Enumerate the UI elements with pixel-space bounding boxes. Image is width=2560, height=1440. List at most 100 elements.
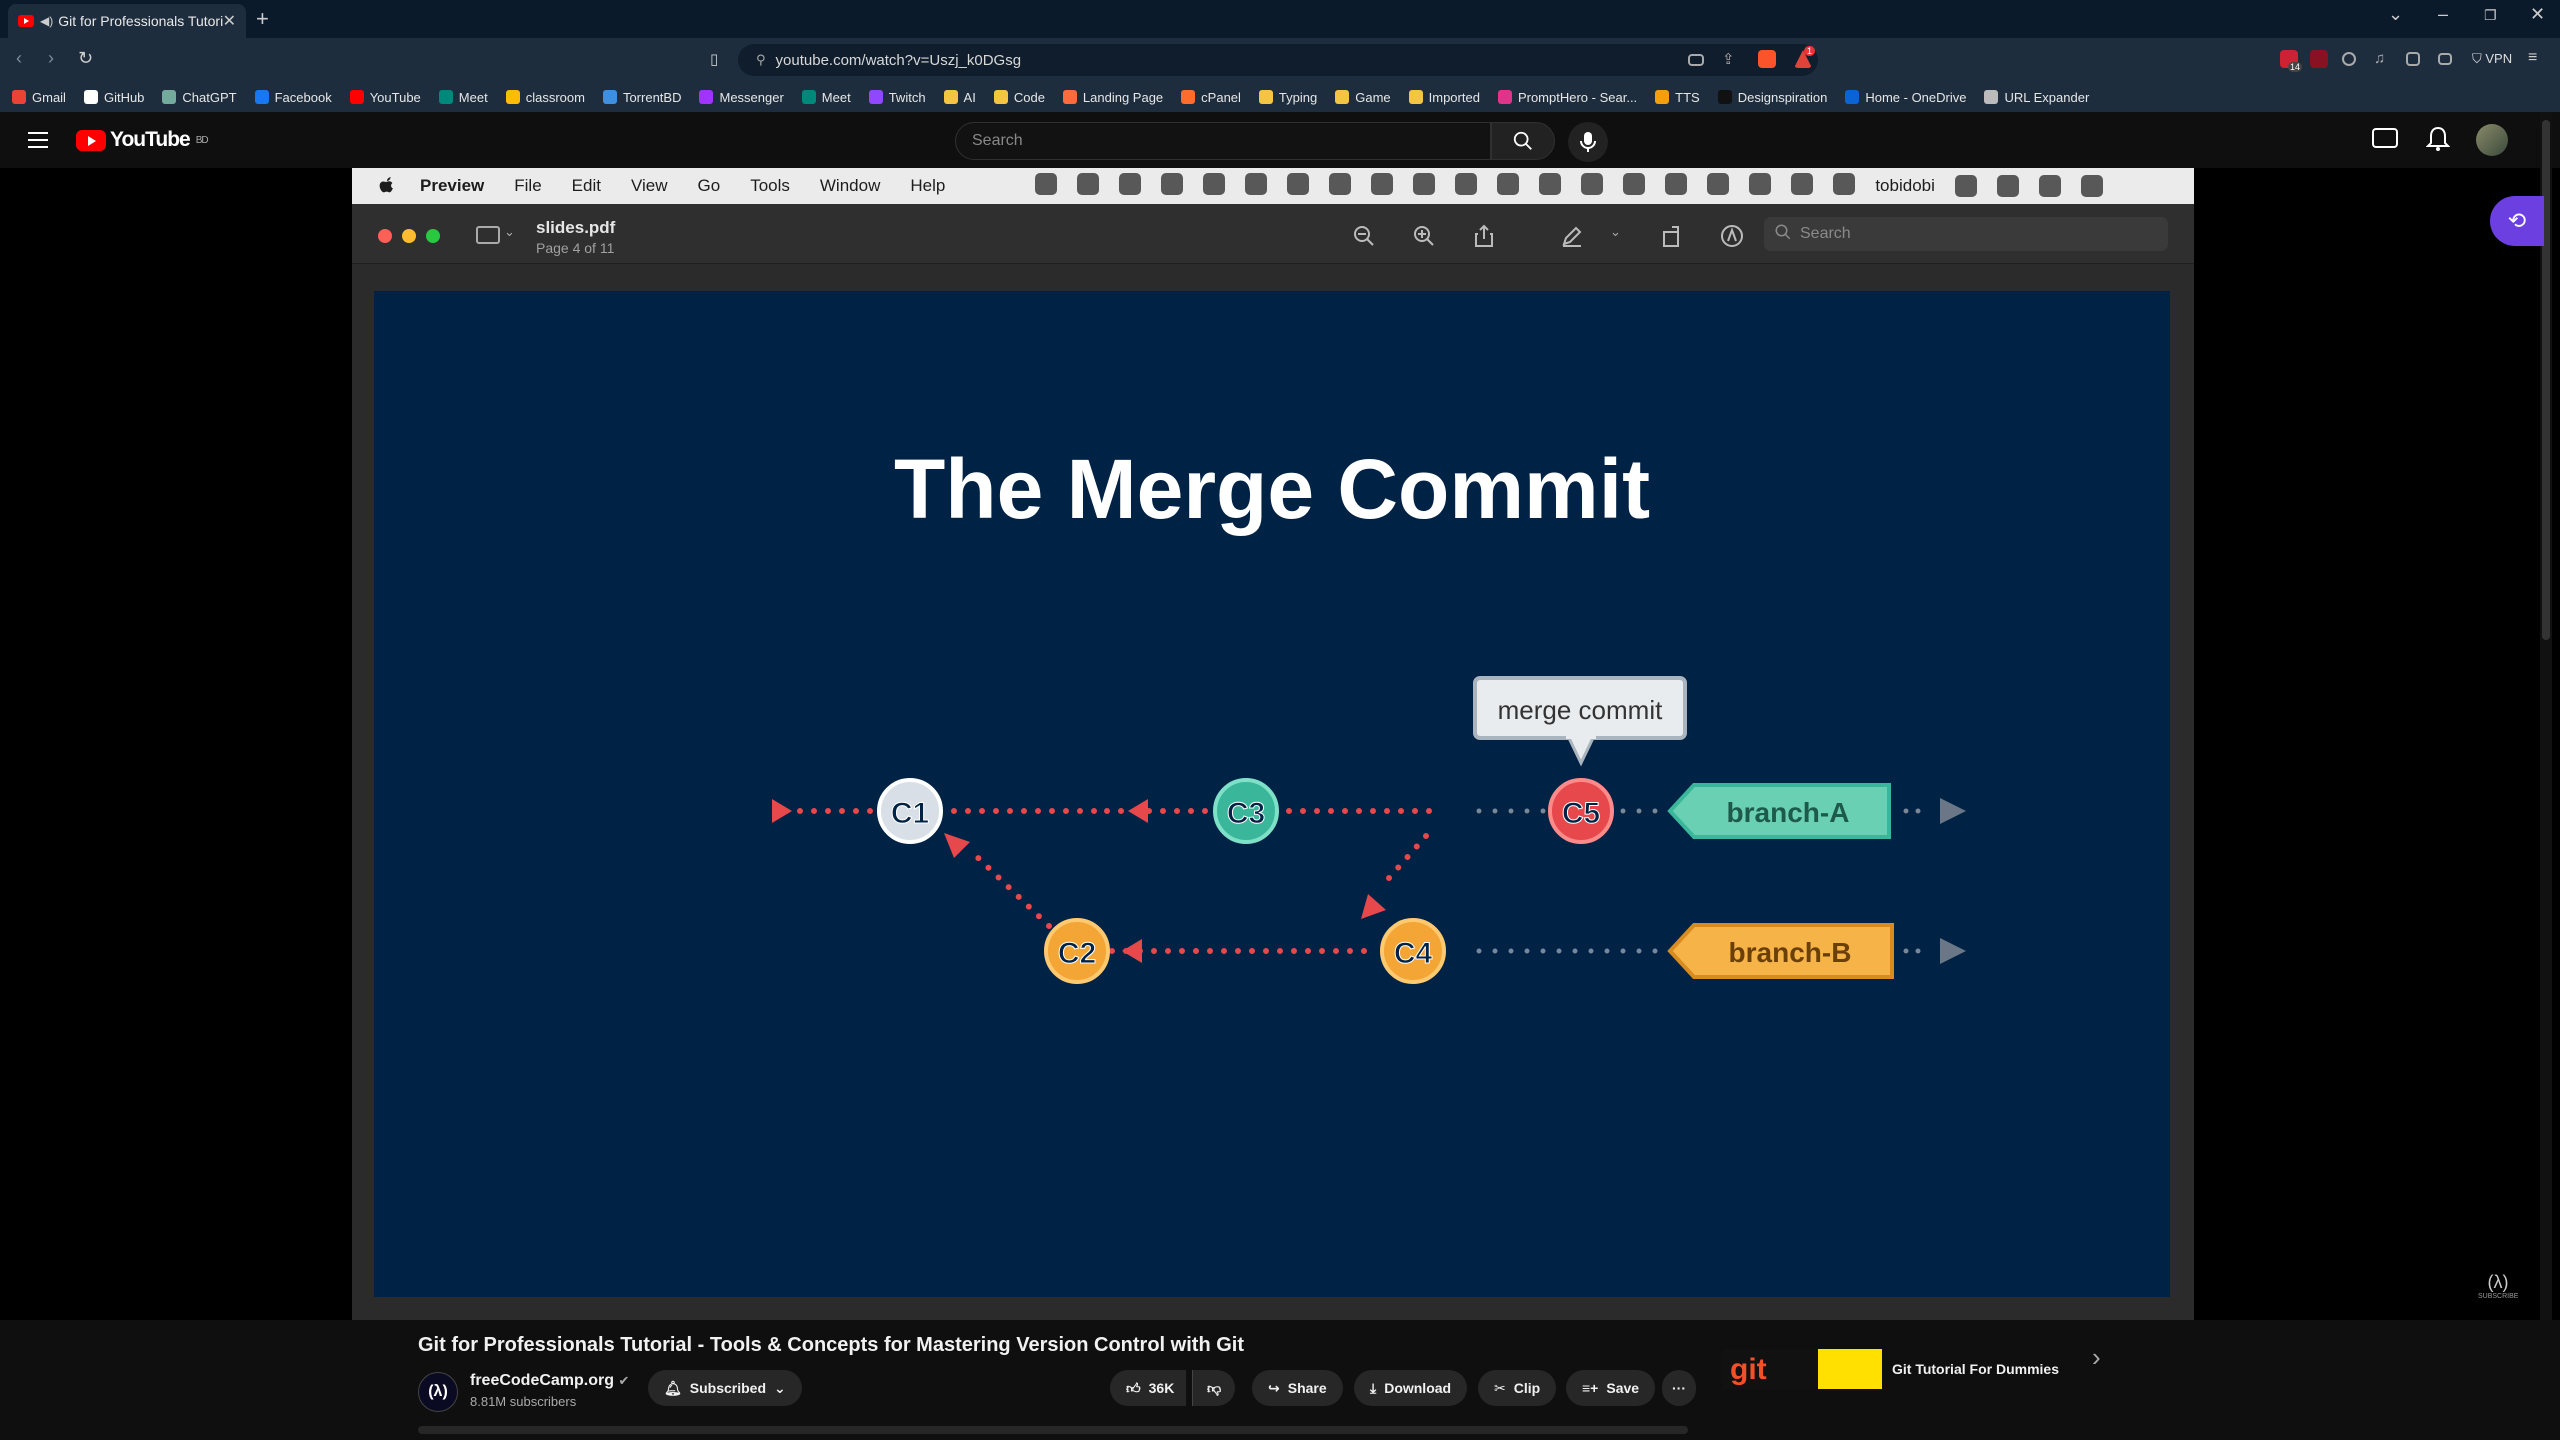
save-button[interactable]: ≡+ Save	[1566, 1370, 1656, 1406]
bookmark-meet[interactable]: Meet	[438, 90, 488, 105]
channel-avatar[interactable]: (λ)	[418, 1372, 458, 1412]
close-tab-icon[interactable]: ✕	[223, 11, 236, 31]
menu-window[interactable]: Window	[820, 176, 880, 196]
time-machine-icon[interactable]	[1581, 172, 1604, 195]
dropbox-icon[interactable]	[1119, 172, 1142, 195]
media-icon[interactable]: ♫	[2374, 50, 2385, 67]
annotate-icon[interactable]	[1720, 224, 1744, 248]
bookmark-facebook[interactable]: Facebook	[254, 90, 332, 105]
chevron-down-icon[interactable]: ⌄	[504, 224, 515, 240]
share-page-icon[interactable]: ⇪	[1722, 50, 1735, 68]
page-scrollbar[interactable]	[2540, 112, 2552, 1320]
bookmark-cpanel[interactable]: cPanel	[1181, 90, 1241, 105]
bookmark-twitch[interactable]: Twitch	[868, 90, 926, 105]
cursor-icon[interactable]	[1413, 172, 1436, 195]
url-field[interactable]: ⚲ youtube.com/watch?v=Uszj_k0DGsg	[738, 44, 1818, 76]
channel-name[interactable]: freeCodeCamp.org ✔	[470, 1372, 629, 1390]
download-button[interactable]: ⤓ Download	[1354, 1370, 1468, 1406]
menu-file[interactable]: File	[514, 176, 541, 196]
clip-button[interactable]: ✂ Clip	[1478, 1370, 1557, 1406]
zoom-out-icon[interactable]	[1352, 224, 1376, 248]
description-box[interactable]	[418, 1426, 1688, 1434]
next-chevron-icon[interactable]: ›	[2092, 1342, 2101, 1373]
menu-preview[interactable]: Preview	[420, 176, 484, 196]
share-button[interactable]: ↪ Share	[1252, 1370, 1343, 1406]
extension2-icon[interactable]	[2310, 50, 2328, 68]
bookmark-youtube[interactable]: YouTube	[349, 90, 421, 105]
youtube-search-input[interactable]: Search	[955, 122, 1491, 160]
menu-edit[interactable]: Edit	[572, 176, 601, 196]
rotate-icon[interactable]	[1660, 224, 1684, 248]
mac-username[interactable]: tobidobi	[1875, 176, 1935, 196]
share-icon[interactable]	[1472, 224, 1496, 248]
bookmark-code[interactable]: Code	[993, 90, 1045, 105]
restore-icon[interactable]: ❐	[2484, 7, 2497, 24]
menu-tools[interactable]: Tools	[750, 176, 790, 196]
screen-record-icon[interactable]	[1035, 172, 1058, 195]
dislike-button[interactable]: 👎︎	[1192, 1370, 1236, 1406]
brave-shield-icon[interactable]	[1758, 50, 1776, 68]
bookmark-gmail[interactable]: Gmail	[12, 90, 66, 105]
user-avatar[interactable]	[2476, 124, 2508, 156]
markup-pen-icon[interactable]	[1560, 224, 1584, 248]
menu-icon[interactable]: ≡	[2528, 49, 2537, 67]
siri-icon[interactable]	[2038, 175, 2061, 197]
sidebar-toggle-icon[interactable]	[476, 226, 500, 244]
window-icon[interactable]	[1329, 172, 1352, 195]
channel-watermark[interactable]: (λ) SUBSCRIBE	[2478, 1272, 2518, 1300]
bookmark-game[interactable]: Game	[1335, 90, 1391, 105]
tab-search-icon[interactable]: ⌄	[2388, 4, 2403, 25]
bookmark-chatgpt[interactable]: ChatGPT	[162, 90, 237, 105]
back-icon[interactable]: ‹	[16, 48, 22, 69]
browser-tab[interactable]: ◀) Git for Professionals Tutorial ✕	[8, 4, 246, 38]
notifications-bell-icon[interactable]	[2425, 126, 2451, 157]
recommended-video[interactable]: git Git Tutorial For Dummies	[1722, 1349, 2059, 1389]
cast-icon[interactable]	[1688, 54, 1704, 66]
preview-search-input[interactable]: Search	[1764, 217, 2168, 251]
app-icon[interactable]	[1203, 172, 1226, 195]
markup-dropdown-icon[interactable]: ⌄	[1610, 224, 1621, 240]
apple-icon[interactable]	[376, 176, 396, 196]
keyboard-icon[interactable]	[1665, 172, 1688, 195]
bookmark-home-onedrive[interactable]: Home - OneDrive	[1845, 90, 1966, 105]
minimize-window-icon[interactable]	[402, 229, 416, 243]
bookmark-url-expander[interactable]: URL Expander	[1984, 90, 2089, 105]
battery-icon[interactable]	[1791, 172, 1814, 195]
app2-icon[interactable]	[1287, 172, 1310, 195]
window-close-icon[interactable]: ✕	[2530, 4, 2545, 25]
site-info-icon[interactable]: ⚲	[756, 52, 766, 68]
sync-icon[interactable]	[2342, 52, 2356, 66]
sidebar-icon[interactable]	[2406, 52, 2420, 66]
voice-search-button[interactable]	[1568, 122, 1608, 162]
new-tab-button[interactable]: +	[256, 6, 269, 32]
bookmark-imported[interactable]: Imported	[1408, 90, 1480, 105]
more-actions-button[interactable]: ···	[1662, 1370, 1696, 1406]
bookmark-tts[interactable]: TTS	[1655, 90, 1700, 105]
close-window-icon[interactable]	[378, 229, 392, 243]
bookmark-landing-page[interactable]: Landing Page	[1062, 90, 1163, 105]
menu-view[interactable]: View	[631, 176, 668, 196]
volume-icon[interactable]	[1707, 172, 1730, 195]
wallet-icon[interactable]	[2438, 53, 2452, 65]
moon-icon[interactable]	[1623, 172, 1646, 195]
bookmark-designspiration[interactable]: Designspiration	[1717, 90, 1827, 105]
password-icon[interactable]	[1539, 172, 1562, 195]
creative-cloud-icon[interactable]	[1077, 172, 1100, 195]
forward-icon[interactable]: ›	[48, 48, 54, 69]
menu-help[interactable]: Help	[910, 176, 945, 196]
menu-go[interactable]: Go	[698, 176, 721, 196]
subscribed-button[interactable]: 🔔︎ Subscribed ⌄	[648, 1370, 802, 1406]
vpn-button[interactable]: ⛉ VPN	[2472, 51, 2512, 67]
create-video-icon[interactable]	[2372, 128, 2398, 148]
settings-gear-icon[interactable]	[1245, 172, 1268, 195]
control-center-icon[interactable]	[1996, 175, 2019, 197]
minimize-icon[interactable]: –	[2438, 4, 2448, 25]
youtube-search-button[interactable]	[1491, 122, 1555, 160]
hat-icon[interactable]	[1497, 172, 1520, 195]
spotlight-icon[interactable]	[1954, 175, 1977, 197]
zoom-in-icon[interactable]	[1412, 224, 1436, 248]
bookmark-classroom[interactable]: classroom	[505, 90, 585, 105]
reload-icon[interactable]: ↻	[78, 48, 93, 69]
bookmark-icon[interactable]: ▯	[710, 50, 718, 68]
video-player[interactable]: Preview File Edit View Go Tools Window H…	[0, 168, 2560, 1320]
